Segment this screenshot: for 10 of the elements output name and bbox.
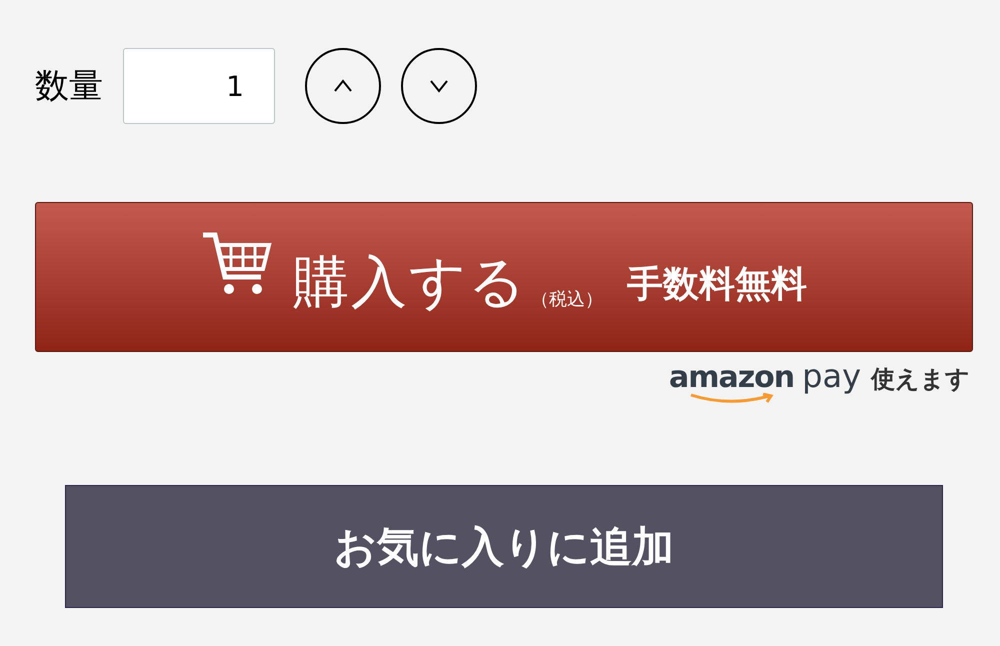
- quantity-field[interactable]: 1: [123, 48, 275, 124]
- favorite-button[interactable]: お気に入りに追加: [65, 485, 943, 608]
- chevron-up-icon: [333, 79, 353, 93]
- amazon-pay-logo: amazon pay: [668, 360, 861, 405]
- decrease-button[interactable]: [401, 48, 477, 124]
- increase-button[interactable]: [305, 48, 381, 124]
- payment-note: 使えます: [871, 367, 970, 391]
- quantity-label: 数量: [35, 69, 103, 103]
- purchase-button[interactable]: 購入する（税込） 手数料無料: [35, 202, 973, 352]
- chevron-down-icon: [429, 79, 449, 93]
